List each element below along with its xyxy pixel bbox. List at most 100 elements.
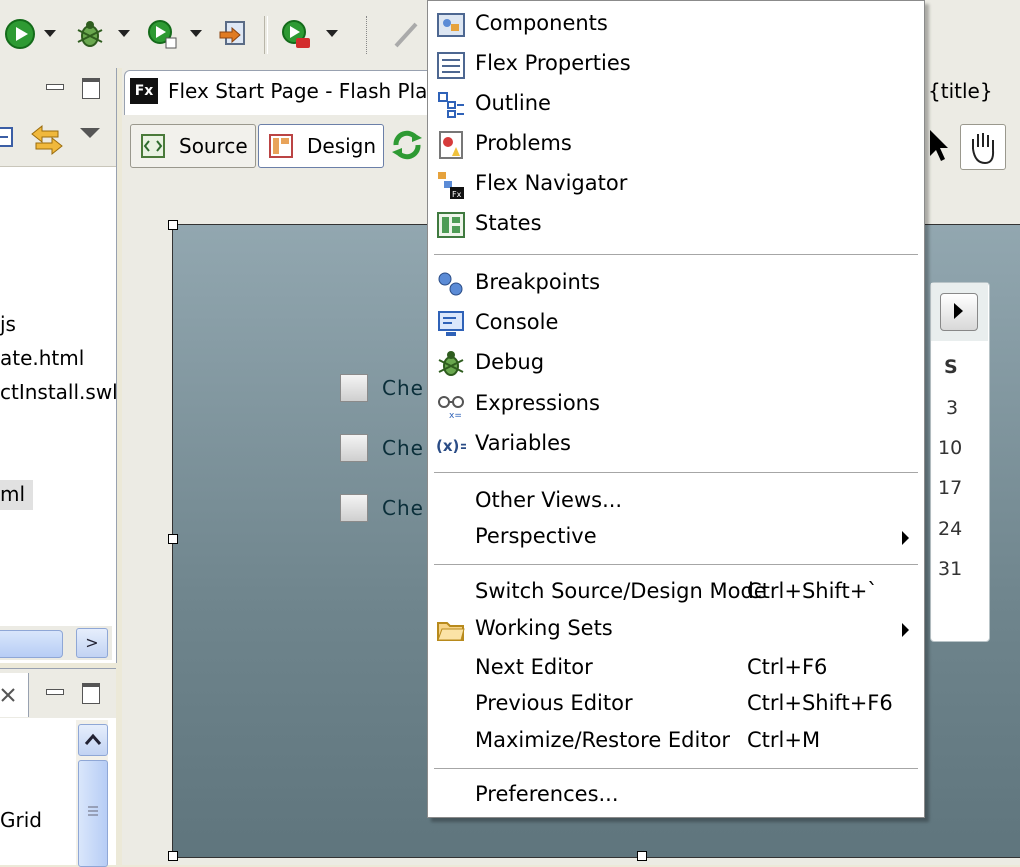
checkbox-label: Che xyxy=(382,376,424,400)
menu-item-label: Other Views... xyxy=(475,488,623,512)
console-icon xyxy=(438,311,464,336)
menu-item-working-sets[interactable]: Working Sets xyxy=(428,610,924,650)
menu-item-label: Problems xyxy=(475,131,572,155)
menu-item-label: Expressions xyxy=(475,391,600,415)
components-pane-header xyxy=(0,668,116,719)
menu-item-label: Flex Properties xyxy=(475,51,631,75)
menu-item-label: Previous Editor xyxy=(475,691,633,715)
states-icon xyxy=(437,212,465,238)
menu-separator xyxy=(434,254,918,256)
source-mode-button[interactable]: Source xyxy=(130,124,256,168)
date-cell[interactable]: 17 xyxy=(938,477,962,499)
menu-item-variables[interactable]: (x)= Variables xyxy=(428,425,924,465)
checkbox[interactable] xyxy=(340,374,368,402)
link-with-editor-icon[interactable] xyxy=(30,122,64,156)
pen-icon[interactable] xyxy=(390,18,422,50)
menu-item-flex-properties[interactable]: Flex Properties xyxy=(428,45,924,85)
submenu-arrow-icon xyxy=(902,531,909,545)
pan-hand-button[interactable] xyxy=(960,124,1006,170)
resize-handle[interactable] xyxy=(168,220,178,230)
menu-item-expressions[interactable]: x= Expressions xyxy=(428,385,924,425)
editor-title-fragment: {title} xyxy=(928,79,993,103)
menu-item-label: Variables xyxy=(475,431,571,455)
maximize-icon[interactable] xyxy=(80,681,102,704)
component-item[interactable]: Grid xyxy=(0,808,42,832)
debug-bug-icon xyxy=(438,351,464,376)
menu-item-label: Preferences... xyxy=(475,782,619,806)
menu-item-flex-navigator[interactable]: Fx Flex Navigator xyxy=(428,165,924,205)
date-cell[interactable]: 3 xyxy=(946,397,958,419)
menu-item-label: Debug xyxy=(475,350,545,374)
collapse-all-icon[interactable] xyxy=(0,124,16,152)
file-item[interactable]: js xyxy=(0,312,16,336)
navigator-pane-header xyxy=(0,68,116,110)
resize-handle[interactable] xyxy=(168,534,178,544)
scrollbar-thumb[interactable] xyxy=(78,760,108,867)
menu-item-switch-mode[interactable]: Switch Source/Design Mode Ctrl+Shift+` xyxy=(428,573,924,613)
debug-icon[interactable] xyxy=(74,18,106,50)
file-item[interactable]: ate.html xyxy=(0,346,84,370)
menu-item-debug[interactable]: Debug xyxy=(428,344,924,384)
close-icon[interactable] xyxy=(0,687,16,703)
run-external-icon[interactable] xyxy=(280,18,312,50)
source-label: Source xyxy=(179,134,248,158)
menu-item-console[interactable]: Console xyxy=(428,304,924,344)
design-mode-button[interactable]: Design xyxy=(258,124,384,168)
toolbar-separator xyxy=(264,16,268,54)
menu-item-outline[interactable]: Outline xyxy=(428,85,924,125)
menu-item-breakpoints[interactable]: Breakpoints xyxy=(428,264,924,304)
date-cell[interactable]: 24 xyxy=(938,518,962,540)
svg-text:Fx: Fx xyxy=(452,190,462,199)
menu-item-shortcut: Ctrl+Shift+` xyxy=(747,579,878,603)
run-external-dropdown-icon[interactable] xyxy=(326,30,338,37)
navigator-toolbar xyxy=(0,110,116,167)
profile-icon[interactable] xyxy=(146,18,178,50)
refresh-icon[interactable] xyxy=(390,128,424,162)
resize-handle[interactable] xyxy=(168,851,178,861)
next-arrow-icon xyxy=(954,303,963,319)
svg-text:x=: x= xyxy=(449,411,462,420)
view-menu-icon[interactable] xyxy=(80,128,100,138)
profile-dropdown-icon[interactable] xyxy=(190,30,202,37)
select-arrow-icon[interactable] xyxy=(926,128,956,164)
menu-item-preferences[interactable]: Preferences... xyxy=(428,776,924,816)
scroll-right-button[interactable]: > xyxy=(76,628,108,658)
editor-tab-label: Flex Start Page - Flash Pla xyxy=(168,79,428,103)
menu-item-states[interactable]: States xyxy=(428,205,924,245)
menu-item-label: Console xyxy=(475,310,559,334)
design-label: Design xyxy=(307,134,377,158)
run-icon[interactable] xyxy=(4,18,36,50)
selected-file-item[interactable]: ml xyxy=(0,480,34,510)
menu-item-label: Maximize/Restore Editor xyxy=(475,728,731,752)
menu-item-perspective[interactable]: Perspective xyxy=(428,518,924,558)
checkbox[interactable] xyxy=(340,434,368,462)
maximize-icon[interactable] xyxy=(80,76,102,99)
scroll-up-button[interactable] xyxy=(78,724,108,756)
debug-dropdown-icon[interactable] xyxy=(118,30,130,37)
menu-item-problems[interactable]: Problems xyxy=(428,125,924,165)
outline-icon xyxy=(438,92,464,118)
run-dropdown-icon[interactable] xyxy=(44,30,56,37)
menu-item-components[interactable]: Components xyxy=(428,5,924,45)
scrollbar-thumb[interactable] xyxy=(0,630,63,658)
menu-item-shortcut: Ctrl+F6 xyxy=(747,655,828,679)
file-item[interactable]: ctInstall.swl xyxy=(0,380,118,404)
date-cell[interactable]: 31 xyxy=(938,558,962,580)
date-cell[interactable]: 10 xyxy=(938,437,962,459)
resize-handle[interactable] xyxy=(637,851,647,861)
menu-item-label: Switch Source/Design Mode xyxy=(475,579,767,603)
menu-item-label: Breakpoints xyxy=(475,270,601,294)
menu-item-label: States xyxy=(475,211,542,235)
variables-icon: (x)= xyxy=(436,437,466,455)
flex-properties-icon xyxy=(437,52,465,79)
menu-item-other-views[interactable]: Other Views... xyxy=(428,482,924,522)
svg-text:(x)=: (x)= xyxy=(436,437,466,455)
export-release-icon[interactable] xyxy=(218,18,250,50)
pane-tab[interactable] xyxy=(0,673,29,717)
menu-item-maximize-editor[interactable]: Maximize/Restore Editor Ctrl+M xyxy=(428,722,924,762)
minimize-icon[interactable] xyxy=(44,681,66,701)
minimize-icon[interactable] xyxy=(44,76,66,96)
menu-item-next-editor[interactable]: Next Editor Ctrl+F6 xyxy=(428,649,924,689)
checkbox[interactable] xyxy=(340,494,368,522)
menu-item-previous-editor[interactable]: Previous Editor Ctrl+Shift+F6 xyxy=(428,685,924,725)
